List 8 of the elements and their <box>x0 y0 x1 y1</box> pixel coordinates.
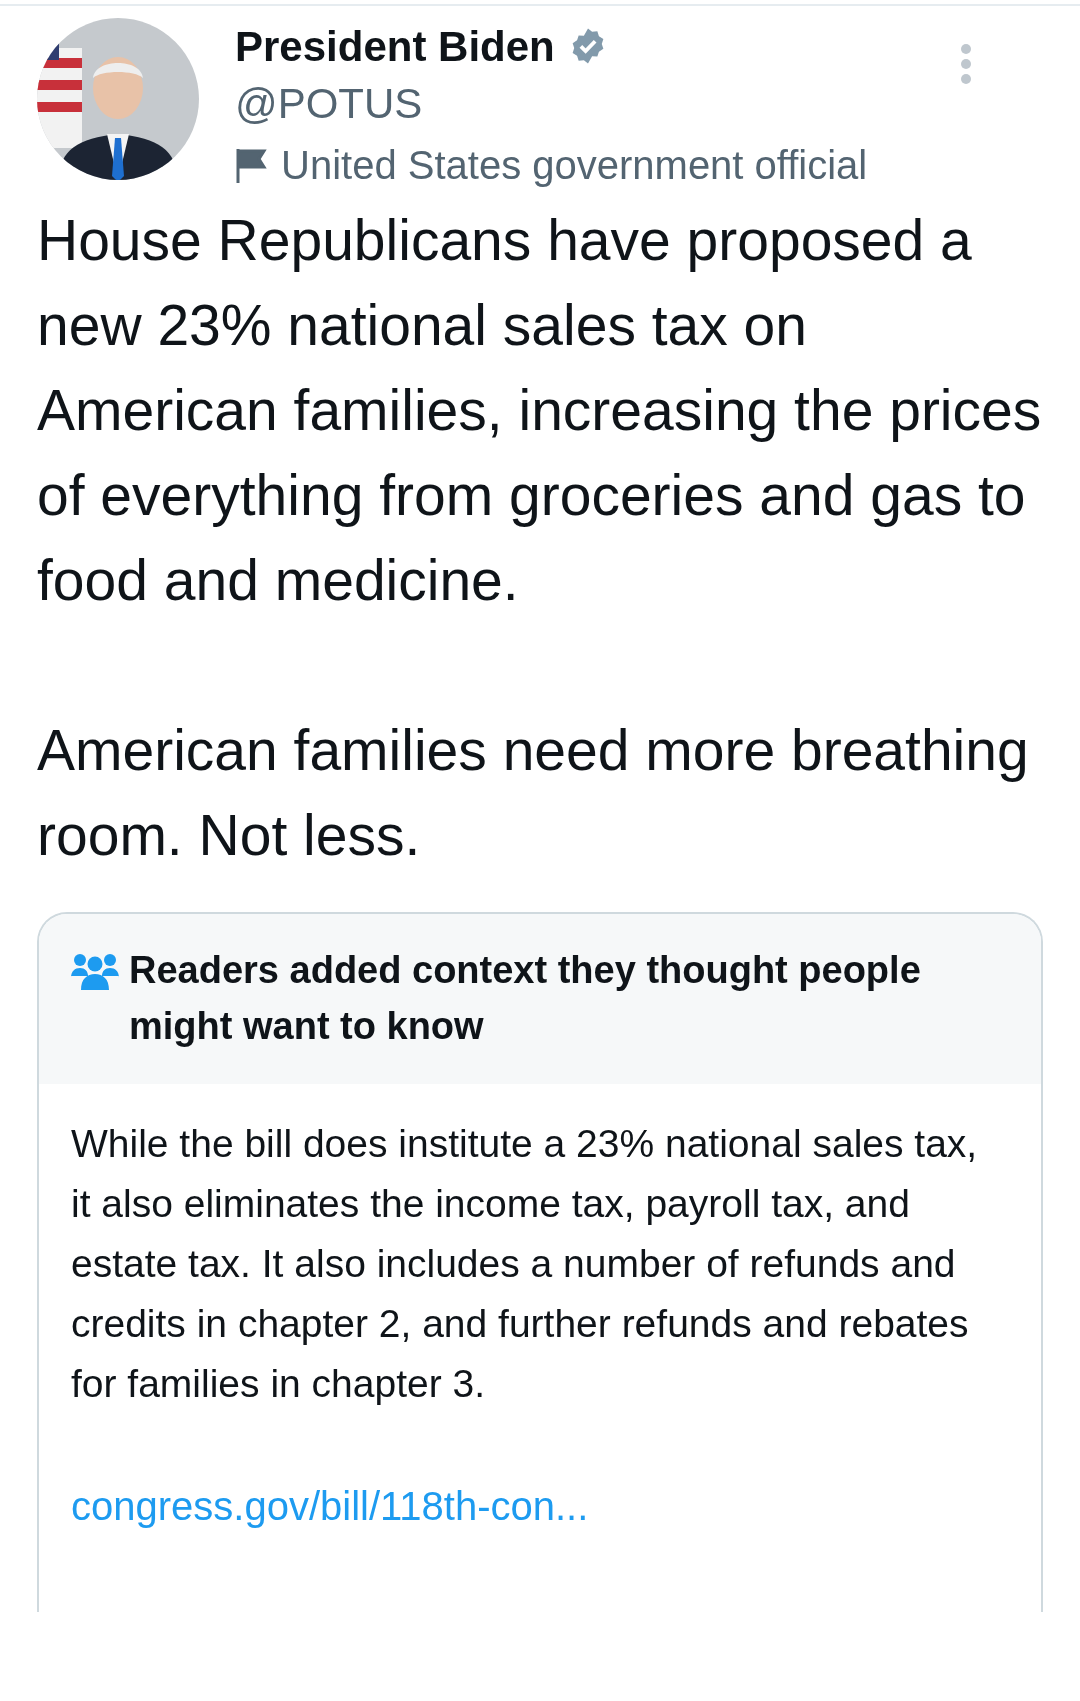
note-text: While the bill does institute a 23% national sales tax, it also eliminates the income tax, payroll tax, and estate tax. It also includes a number of refunds and credits in chapter 2, and further refunds and rebates for families in chapter 3. <box>71 1121 979 1407</box>
account-label: United States government official <box>281 142 868 189</box>
tweet-text: American families need more breathing room. Not less. <box>37 717 1030 869</box>
tweet-text: House Republicans have proposed a new 23% national sales tax on American families, increasing the prices of everything from groceries and gas to food and medicine. <box>37 207 1043 614</box>
more-options-icon[interactable] <box>959 44 973 84</box>
flag-icon <box>235 147 269 183</box>
note-title: Readers added context they thought people might want to know <box>129 948 922 1049</box>
people-icon <box>71 952 119 990</box>
